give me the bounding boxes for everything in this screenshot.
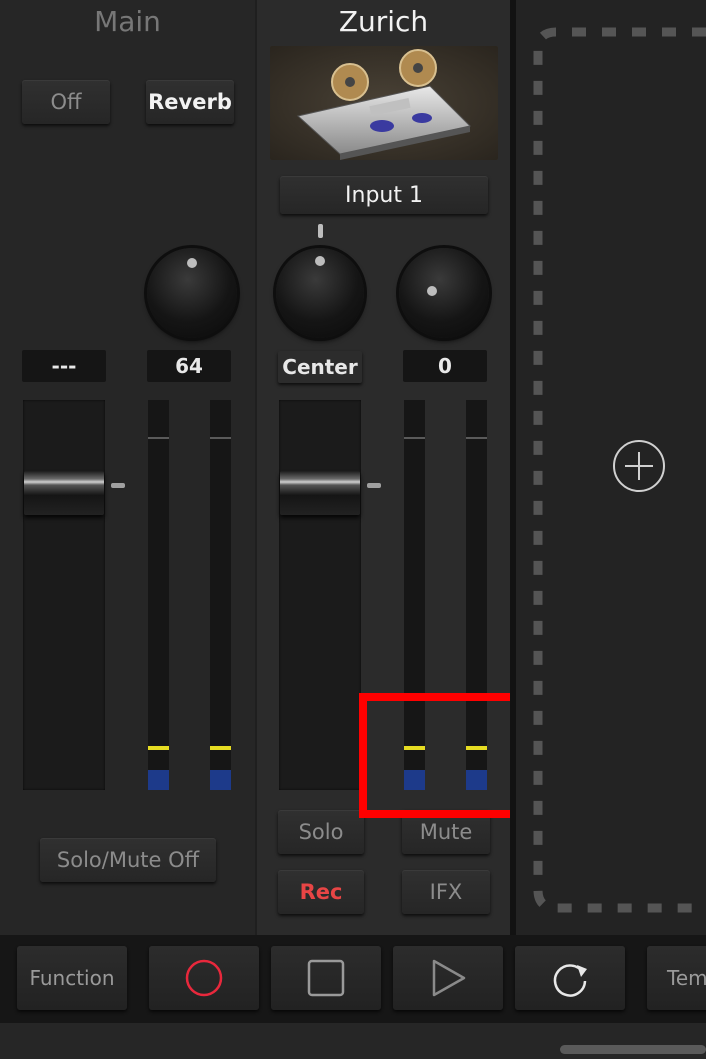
tempo-button[interactable]: Tem: [647, 946, 706, 1010]
main-channel-title: Main: [94, 5, 161, 38]
main-value-display-right: 64: [147, 350, 231, 382]
zurich-fader-handle[interactable]: [280, 471, 360, 515]
meter-level-fill: [210, 770, 231, 790]
record-icon: [185, 959, 223, 997]
knob-indicator-dot: [427, 286, 437, 296]
main-value-display-left: ---: [22, 350, 106, 382]
knob-indicator-dot: [187, 258, 197, 268]
meter-zero-mark: [404, 437, 425, 439]
plus-circle-icon[interactable]: [612, 439, 666, 493]
scroll-indicator[interactable]: [560, 1045, 706, 1054]
pan-value-display: Center: [278, 351, 362, 383]
main-meter-left: [148, 400, 169, 790]
reverb-button[interactable]: Reverb: [146, 80, 234, 124]
tape-machine-image: [270, 46, 498, 160]
play-button[interactable]: [393, 946, 503, 1010]
main-fader-level-mark: [111, 483, 125, 488]
zurich-fader-track[interactable]: [279, 400, 361, 790]
meter-zero-mark: [148, 437, 169, 439]
pan-center-tick: [318, 224, 323, 238]
meter-level-fill: [148, 770, 169, 790]
meter-peak-indicator: [210, 746, 231, 750]
main-meter-right: [210, 400, 231, 790]
solo-button[interactable]: Solo: [278, 810, 364, 854]
stop-button[interactable]: [271, 946, 381, 1010]
record-button[interactable]: [149, 946, 259, 1010]
loop-icon: [553, 964, 587, 997]
meter-zero-mark: [210, 437, 231, 439]
main-fader-track[interactable]: [23, 400, 105, 790]
solo-mute-off-button[interactable]: Solo/Mute Off: [40, 838, 216, 882]
knob-indicator-dot: [315, 256, 325, 266]
stop-icon: [307, 959, 345, 997]
pan-knob[interactable]: [276, 248, 364, 338]
rec-arm-button[interactable]: Rec: [278, 870, 364, 914]
instrument-thumbnail[interactable]: [270, 46, 498, 160]
meter-peak-indicator: [148, 746, 169, 750]
add-track-dashed-border: [533, 27, 706, 913]
send-knob[interactable]: [399, 248, 489, 338]
main-fader-handle[interactable]: [24, 471, 104, 515]
function-button[interactable]: Function: [17, 946, 127, 1010]
zurich-fader-level-mark: [367, 483, 381, 488]
zurich-channel-title: Zurich: [338, 5, 429, 38]
input-select-button[interactable]: Input 1: [280, 176, 488, 214]
main-reverb-knob[interactable]: [147, 248, 237, 338]
add-track-area[interactable]: [516, 0, 706, 935]
off-button[interactable]: Off: [22, 80, 110, 124]
loop-button[interactable]: [515, 946, 625, 1010]
ifx-button[interactable]: IFX: [402, 870, 490, 914]
meter-zero-mark: [466, 437, 487, 439]
play-icon: [432, 959, 466, 997]
highlight-box: [359, 693, 526, 818]
send-value-display: 0: [403, 350, 487, 382]
